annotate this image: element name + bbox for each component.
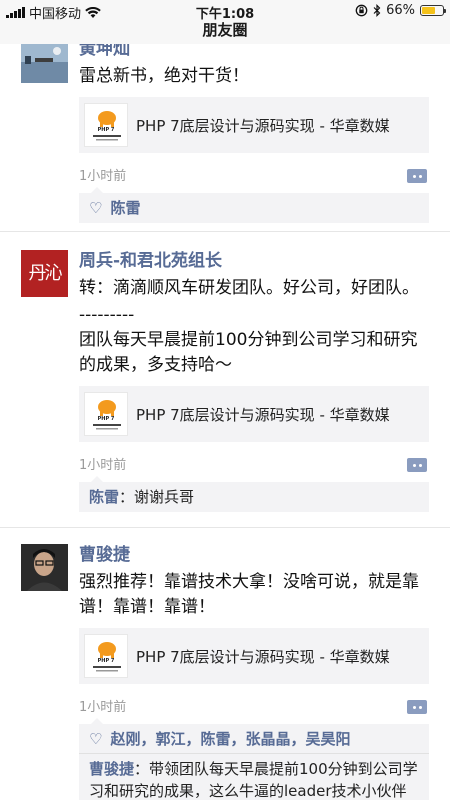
status-bar: 中国移动 下午1:08 66% <box>0 0 450 22</box>
post-text: 强烈推荐！靠谱技术大拿！没啥可说，就是靠谱！靠谱！靠谱！ <box>79 572 419 617</box>
comment-item[interactable]: 陈雷：谢谢兵哥 <box>89 486 419 508</box>
avatar[interactable] <box>21 544 68 591</box>
comment-more-icon[interactable] <box>407 169 427 183</box>
likes-comments-box: 陈雷：谢谢兵哥 <box>79 476 429 512</box>
moment-post: 丹沁 周兵-和君北苑组长 转：滴滴顺风车研发团队。好公司，好团队。 ------… <box>0 234 450 528</box>
comment-more-icon[interactable] <box>407 458 427 472</box>
post-text-divider: --------- <box>79 305 135 325</box>
book-cover-thumbnail: PHP 7 <box>84 634 128 678</box>
book-cover-label: PHP 7 <box>97 658 115 664</box>
rotation-lock-icon <box>355 4 368 17</box>
book-cover-thumbnail: PHP 7 <box>84 392 128 436</box>
post-text: 转：滴滴顺风车研发团队。好公司，好团队。 <box>79 278 419 298</box>
post-time: 1小时前 <box>79 458 127 473</box>
battery-percent: 66% <box>386 3 415 18</box>
bluetooth-icon <box>373 4 381 17</box>
divider <box>79 753 429 754</box>
author-name[interactable]: 曹骏捷 <box>79 544 429 566</box>
author-name[interactable]: 黄坤灿 <box>79 44 429 60</box>
heart-icon: ♡ <box>89 199 103 217</box>
shared-link-card[interactable]: PHP 7 PHP 7底层设计与源码实现 - 华章数媒 <box>79 628 429 684</box>
battery-icon <box>420 5 446 16</box>
comment-author[interactable]: 陈雷 <box>89 488 119 506</box>
like-names[interactable]: 赵刚，郭江，陈雷，张晶晶，吴昊阳 <box>110 728 350 750</box>
avatar[interactable]: 丹沁 <box>21 250 68 297</box>
book-cover-label: PHP 7 <box>97 416 115 422</box>
post-text-continued: 团队每天早晨提前100分钟到公司学习和研究的成果，多支持哈～ <box>79 330 418 375</box>
comment-text: ：谢谢兵哥 <box>119 488 195 506</box>
shared-link-card[interactable]: PHP 7 PHP 7底层设计与源码实现 - 华章数媒 <box>79 386 429 442</box>
moment-post: 曹骏捷 强烈推荐！靠谱技术大拿！没啥可说，就是靠谱！靠谱！靠谱！ PHP 7 P… <box>0 528 450 800</box>
shared-link-card[interactable]: PHP 7 PHP 7底层设计与源码实现 - 华章数媒 <box>79 97 429 153</box>
comment-author[interactable]: 曹骏捷 <box>89 760 134 778</box>
moment-post: 黄坤灿 雷总新书，绝对干货！ PHP 7 PHP 7底层设计与源码实现 - 华章… <box>0 44 450 232</box>
book-cover-thumbnail: PHP 7 <box>84 103 128 147</box>
comment-item[interactable]: 曹骏捷：带领团队每天早晨提前100分钟到公司学习和研究的成果，这么牛逼的lead… <box>89 758 419 800</box>
link-title: PHP 7底层设计与源码实现 - 华章数媒 <box>136 405 390 424</box>
avatar[interactable] <box>21 44 68 83</box>
comment-more-icon[interactable] <box>407 700 427 714</box>
book-cover-label: PHP 7 <box>97 127 115 133</box>
post-time: 1小时前 <box>79 169 127 184</box>
post-time: 1小时前 <box>79 700 127 715</box>
likes-comments-box: ♡ 陈雷 <box>79 187 429 223</box>
moments-feed[interactable]: 黄坤灿 雷总新书，绝对干货！ PHP 7 PHP 7底层设计与源码实现 - 华章… <box>0 44 450 800</box>
like-names[interactable]: 陈雷 <box>110 197 140 219</box>
link-title: PHP 7底层设计与源码实现 - 华章数媒 <box>136 116 390 135</box>
link-title: PHP 7底层设计与源码实现 - 华章数媒 <box>136 647 390 666</box>
likes-comments-box: ♡ 赵刚，郭江，陈雷，张晶晶，吴昊阳 曹骏捷：带领团队每天早晨提前100分钟到公… <box>79 718 429 800</box>
page-title: 朋友圈 <box>0 22 450 44</box>
heart-icon: ♡ <box>89 730 103 748</box>
post-text: 雷总新书，绝对干货！ <box>79 66 249 86</box>
author-name[interactable]: 周兵-和君北苑组长 <box>79 250 429 272</box>
comment-text: ：带领团队每天早晨提前100分钟到公司学习和研究的成果，这么牛逼的leader技… <box>89 760 418 800</box>
